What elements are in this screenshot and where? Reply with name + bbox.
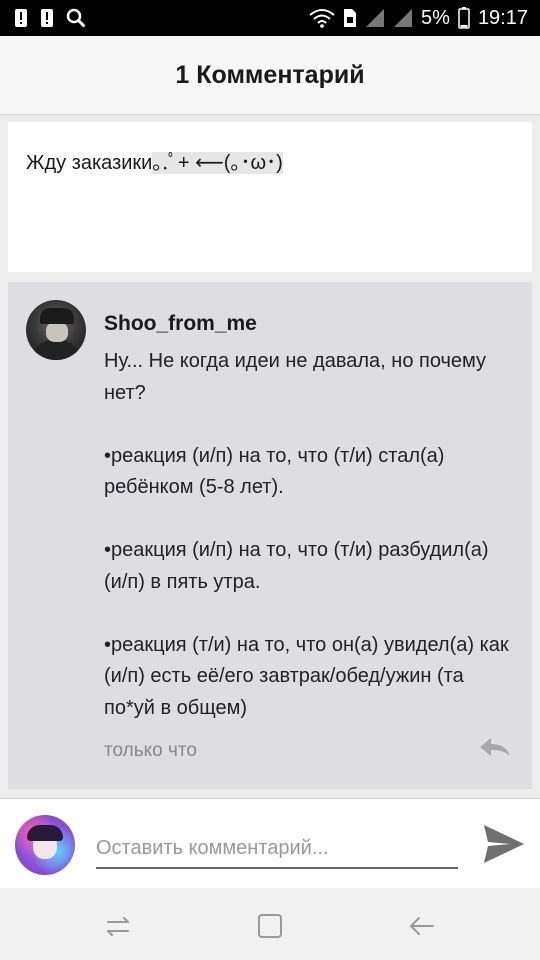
comment-paragraph: •реакция (и/п) на то, что (т/и) стал(а) … <box>104 444 445 499</box>
status-bar: 5% 19:17 <box>0 0 540 36</box>
comment-input[interactable] <box>96 829 458 869</box>
back-icon[interactable] <box>405 910 437 942</box>
home-icon[interactable] <box>254 910 286 942</box>
post-kaomoji: ｡.ﾟ+ ⟵(｡･ω･) <box>152 152 283 174</box>
signal-icon <box>366 9 385 27</box>
comment-paragraph: •реакция (т/и) на то, что он(а) увидел(а… <box>104 633 509 719</box>
reply-icon[interactable] <box>478 736 512 760</box>
clock: 19:17 <box>477 6 528 29</box>
comment-author[interactable]: Shoo_from_me <box>104 312 257 336</box>
post-card: Жду заказики｡.ﾟ+ ⟵(｡･ω･) <box>8 122 532 272</box>
my-avatar <box>15 815 75 875</box>
battery-percent: 5% <box>421 6 450 29</box>
system-nav-bar <box>0 888 540 960</box>
alert-icon <box>41 9 53 27</box>
app-header: 1 Комментарий <box>0 36 540 115</box>
send-icon[interactable] <box>478 819 528 869</box>
post-text: Жду заказики｡.ﾟ+ ⟵(｡･ω･) <box>26 146 514 175</box>
author-avatar[interactable] <box>26 300 86 360</box>
comment-timestamp: только что <box>104 740 197 761</box>
comment-composer <box>0 798 540 889</box>
status-bar-left <box>14 8 98 28</box>
alert-icon <box>15 9 27 27</box>
comment-body: Ну... Не когда идеи не давала, но почему… <box>104 346 516 724</box>
recent-apps-icon[interactable] <box>102 910 134 942</box>
comment-paragraph: Ну... Не когда идеи не давала, но почему… <box>104 350 487 404</box>
sim-icon <box>344 9 357 27</box>
status-bar-right: 5% 19:17 <box>301 7 528 30</box>
comment-paragraph: •реакция (и/п) на то, что (т/и) разбудил… <box>104 539 489 593</box>
signal-icon <box>394 9 413 27</box>
battery-icon <box>458 7 470 29</box>
search-icon <box>66 8 86 28</box>
post-text-body: Жду заказики <box>26 152 153 174</box>
page-title: 1 Комментарий <box>175 60 365 89</box>
wifi-icon <box>309 9 335 28</box>
comment-item: Shoo_from_me Ну... Не когда идеи не дава… <box>8 282 532 789</box>
